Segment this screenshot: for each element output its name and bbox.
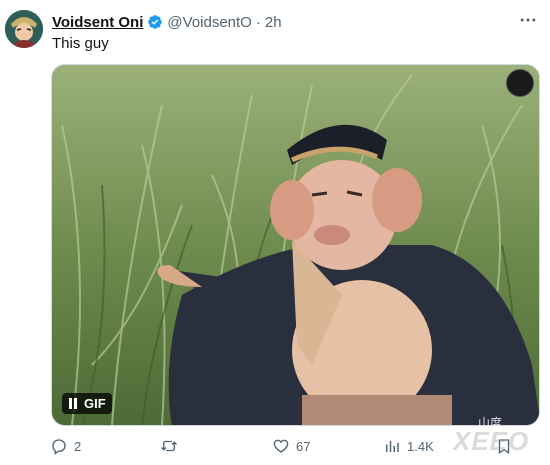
tweet-text: This guy	[52, 35, 109, 52]
display-name[interactable]: Voidsent Oni	[52, 14, 143, 31]
separator-dot: ·	[255, 13, 261, 31]
views-count: 1.4K	[407, 438, 434, 454]
timestamp[interactable]: 2h	[265, 14, 282, 31]
overlay-watermark: XEEO	[453, 426, 530, 456]
gif-label: GIF	[84, 396, 106, 411]
retweet-icon	[161, 440, 177, 452]
like-icon	[273, 439, 289, 453]
verified-icon	[148, 15, 163, 29]
reply-count: 2	[74, 438, 82, 454]
avatar[interactable]	[5, 10, 43, 48]
views-button[interactable]: 1.4K	[383, 436, 434, 456]
gif-badge[interactable]: GIF	[62, 393, 112, 414]
tweet-header: Voidsent Oni @VoidsentO · 2h	[52, 12, 540, 32]
pause-icon[interactable]	[68, 398, 78, 409]
more-icon[interactable]	[518, 10, 538, 30]
handle[interactable]: @VoidsentO	[167, 14, 251, 31]
like-button[interactable]: 67	[272, 436, 310, 456]
watermark-logo	[506, 69, 534, 97]
like-count: 67	[296, 438, 311, 454]
views-icon	[386, 440, 399, 452]
reply-button[interactable]: 2	[50, 436, 81, 456]
retweet-button[interactable]	[160, 436, 184, 456]
gif-media[interactable]	[51, 64, 540, 426]
reply-icon	[52, 439, 66, 455]
